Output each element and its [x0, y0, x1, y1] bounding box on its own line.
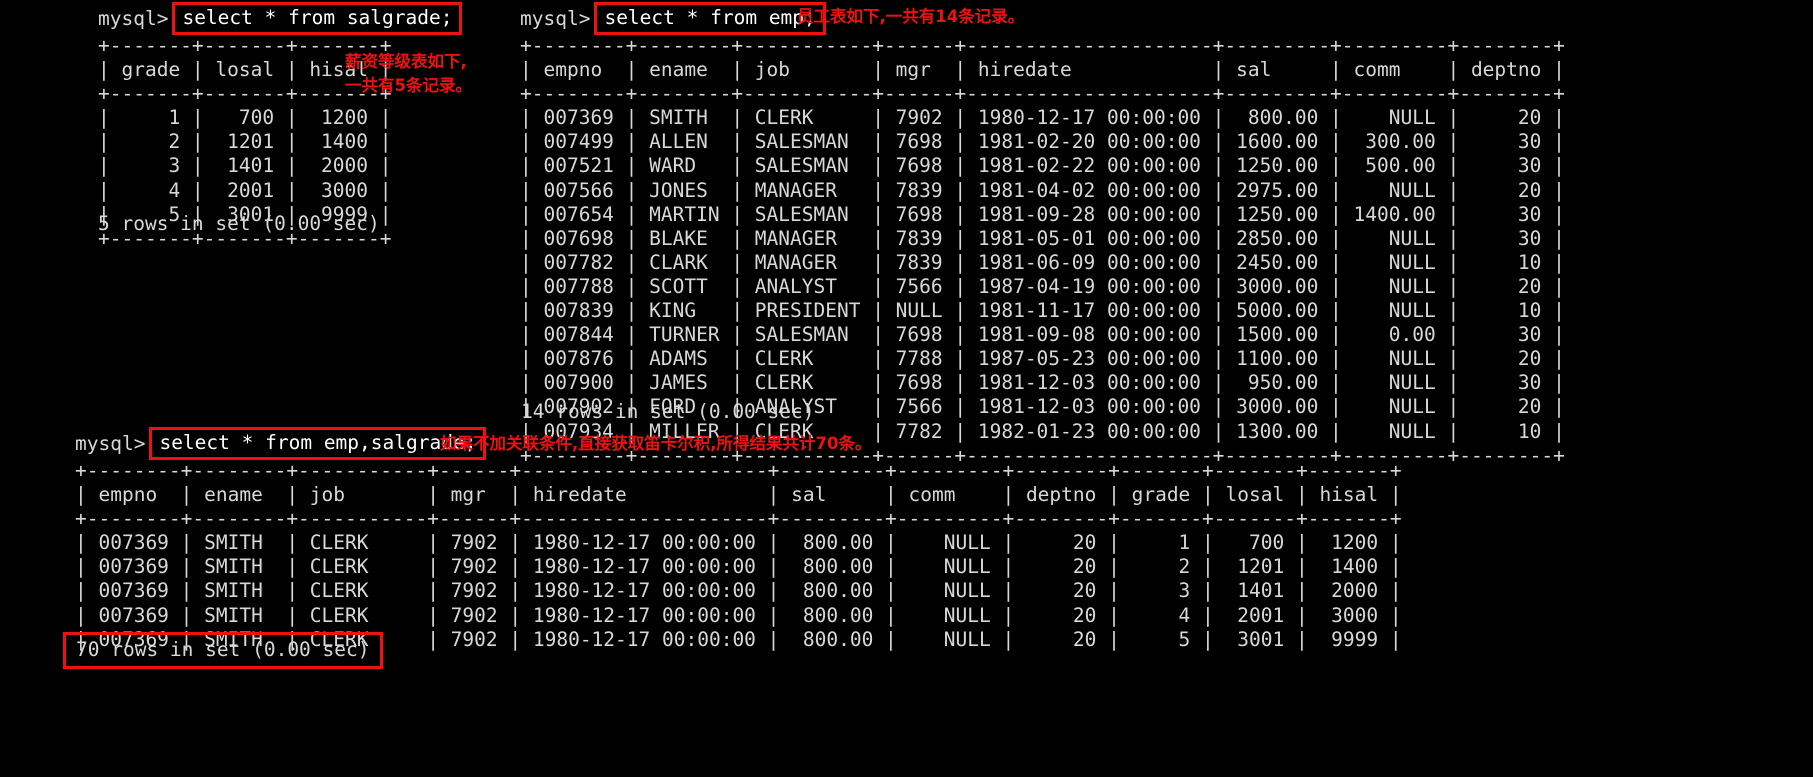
salgrade-annotation-line1: 薪资等级表如下,	[345, 52, 467, 71]
cartesian-rowcount: 70 rows in set (0.00 sec)	[63, 632, 383, 670]
salgrade-annotation-line2: 一共有5条记录。	[345, 76, 472, 95]
cartesian-annotation: 如果不加关联条件,直接获取笛卡尔积,所得结果共计70条。	[440, 434, 872, 453]
salgrade-prompt-line: mysql> select * from salgrade;	[98, 2, 463, 36]
cartesian-result-table: +--------+--------+-----------+------+--…	[75, 459, 1402, 651]
emp-sql-command[interactable]: select * from emp;	[594, 2, 826, 36]
cartesian-prompt-line: mysql> select * from emp,salgrade;	[75, 427, 487, 461]
emp-prompt-line: mysql> select * from emp;	[520, 2, 826, 36]
salgrade-rowcount: 5 rows in set (0.00 sec)	[98, 212, 380, 235]
mysql-prompt: mysql>	[98, 6, 169, 30]
emp-annotation: 员工表如下,一共有14条记录。	[797, 7, 1025, 26]
emp-rowcount: 14 rows in set (0.00 sec)	[521, 400, 815, 423]
cartesian-sql-command[interactable]: select * from emp,salgrade;	[149, 427, 487, 461]
salgrade-annotation: 薪资等级表如下, 一共有5条记录。	[345, 50, 472, 98]
salgrade-sql-command[interactable]: select * from salgrade;	[172, 2, 463, 36]
mysql-prompt: mysql>	[75, 431, 146, 455]
mysql-prompt: mysql>	[520, 6, 591, 30]
